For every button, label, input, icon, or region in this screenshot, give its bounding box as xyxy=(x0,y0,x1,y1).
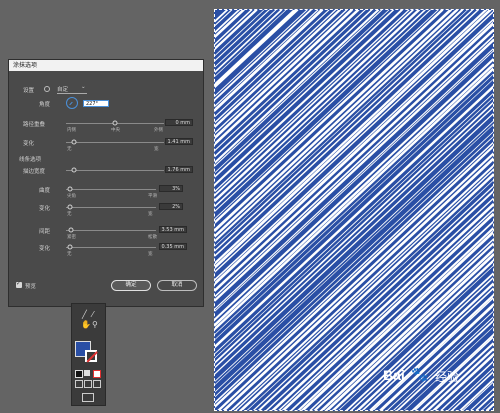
chevron-down-icon: ⌄ xyxy=(81,84,86,90)
line-options-heading: 线条选项 xyxy=(19,157,42,163)
spacing-knob[interactable] xyxy=(68,227,74,233)
dialog-title: 涂抹选项 xyxy=(9,60,203,71)
tick-none: 无 xyxy=(67,147,72,152)
draw-normal-icon[interactable] xyxy=(75,380,83,388)
spacing-label: 间距 xyxy=(39,229,51,235)
tick-loose: 松散 xyxy=(148,235,157,240)
stroke-width-field[interactable]: 1.76 mm xyxy=(165,166,193,173)
zoom-icon[interactable]: ⚲ xyxy=(92,321,98,329)
ok-button[interactable]: 确定 xyxy=(111,280,151,291)
none-mode-icon[interactable] xyxy=(93,370,101,378)
tick-none-2: 无 xyxy=(67,212,72,217)
tools-panel: ╱ ⁄ ✋ ⚲ xyxy=(71,303,106,406)
path-overlap-field[interactable]: 0 mm xyxy=(165,119,193,126)
stroke-width-knob[interactable] xyxy=(71,167,77,173)
tick-wide-2: 宽 xyxy=(148,212,153,217)
tick-inside: 内侧 xyxy=(67,128,76,133)
cancel-button[interactable]: 取消 xyxy=(157,280,197,291)
variation3-knob[interactable] xyxy=(67,244,73,250)
path-overlap-label: 路径重叠 xyxy=(23,122,46,128)
eyedropper-icon[interactable]: ⁄ xyxy=(92,311,93,319)
gradient-mode-icon[interactable] xyxy=(84,370,90,376)
tick-smooth: 平滑 xyxy=(148,194,157,199)
scribble-options-dialog: 涂抹选项 设置 自定 ⌄ 角度 227° 路径重叠 0 mm 内侧 中央 外侧 … xyxy=(8,59,204,307)
variation2-field[interactable]: 2% xyxy=(159,203,183,210)
scribble-stroke xyxy=(493,10,494,411)
tick-wide: 宽 xyxy=(154,147,159,152)
curviness-label: 曲度 xyxy=(39,188,51,194)
settings-label: 设置 xyxy=(23,88,35,94)
watermark-brand-2: 经验 xyxy=(435,370,460,384)
curviness-slider[interactable] xyxy=(66,189,156,190)
tick-wide-3: 宽 xyxy=(148,252,153,257)
variation3-label: 变化 xyxy=(39,246,51,252)
preview-checkbox[interactable]: ✓ xyxy=(16,280,22,288)
draw-inside-icon[interactable] xyxy=(93,380,101,388)
variation2-label: 变化 xyxy=(39,206,51,212)
settings-dropdown-value: 自定 xyxy=(57,87,69,93)
tick-sharp: 尖角 xyxy=(67,194,76,199)
tick-outside: 外侧 xyxy=(154,128,163,133)
hand-icon[interactable]: ✋ xyxy=(81,321,91,329)
variation1-label: 变化 xyxy=(23,141,35,147)
curviness-knob[interactable] xyxy=(67,186,73,192)
baidu-watermark-logo: Bai 🐾 经验 xyxy=(383,364,493,394)
variation3-slider[interactable] xyxy=(66,247,156,248)
paw-icon: 🐾 xyxy=(411,367,429,383)
angle-input[interactable]: 227° xyxy=(83,100,109,107)
angle-label: 角度 xyxy=(39,102,51,108)
spacing-field[interactable]: 3.53 mm xyxy=(159,226,187,233)
draw-behind-icon[interactable] xyxy=(84,380,92,388)
settings-dropdown[interactable]: 自定 ⌄ xyxy=(57,84,87,94)
artboard-scribble-shape[interactable] xyxy=(214,9,494,411)
variation2-slider[interactable] xyxy=(66,207,156,208)
tick-none-3: 无 xyxy=(67,252,72,257)
variation3-field[interactable]: 0.35 mm xyxy=(159,243,187,250)
tick-center: 中央 xyxy=(111,128,120,133)
spacing-slider[interactable] xyxy=(66,230,156,231)
stroke-swatch[interactable] xyxy=(85,350,98,363)
stroke-width-slider[interactable] xyxy=(66,170,164,171)
variation1-field[interactable]: 1.41 mm xyxy=(165,138,193,145)
scribble-lines xyxy=(215,10,494,411)
preview-label: 预览 xyxy=(25,284,37,290)
curviness-field[interactable]: 3% xyxy=(159,185,183,192)
variation1-slider[interactable] xyxy=(66,142,164,143)
line-segment-icon[interactable]: ╱ xyxy=(82,311,87,319)
variation2-knob[interactable] xyxy=(67,204,73,210)
path-overlap-knob[interactable] xyxy=(112,120,118,126)
tick-tight: 紧密 xyxy=(67,235,76,240)
angle-dial[interactable] xyxy=(66,97,78,109)
stroke-width-label: 描边宽度 xyxy=(23,169,46,175)
variation1-knob[interactable] xyxy=(71,139,77,145)
screen-mode-icon[interactable] xyxy=(82,393,94,402)
help-icon xyxy=(44,86,50,92)
color-mode-icon[interactable] xyxy=(75,370,83,378)
watermark-brand: Bai xyxy=(383,367,405,383)
